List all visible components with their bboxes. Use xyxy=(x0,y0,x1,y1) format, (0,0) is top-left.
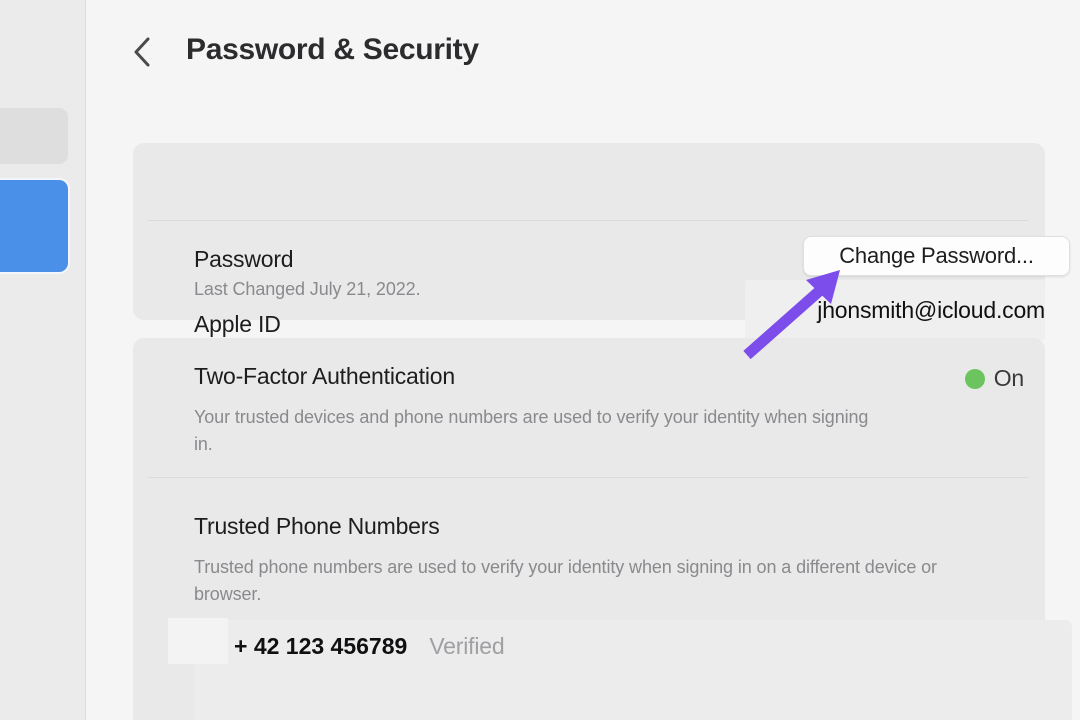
page-title: Password & Security xyxy=(186,33,479,66)
password-security-window: Password & Security Apple ID jhonsmith@i… xyxy=(0,0,1080,720)
chevron-left-icon xyxy=(132,36,152,68)
password-label: Password xyxy=(194,246,294,272)
apple-id-value: jhonsmith@icloud.com xyxy=(817,297,1045,323)
two-factor-status-text: On xyxy=(993,365,1024,391)
phone-number-value: + 42 123 456789 xyxy=(234,632,408,659)
back-button[interactable] xyxy=(123,30,161,74)
status-dot-icon xyxy=(964,368,985,389)
sidebar-item-selected[interactable] xyxy=(0,180,68,272)
list-item[interactable]: + 42 123 456789 Verified xyxy=(194,620,1072,672)
account-card: Apple ID jhonsmith@icloud.com Password L… xyxy=(133,143,1070,340)
trusted-phone-numbers-list[interactable]: + 42 123 456789 Verified xyxy=(168,618,1072,720)
security-card: Two-Factor Authentication On Your truste… xyxy=(133,338,1072,720)
trusted-phone-numbers-label: Trusted Phone Numbers xyxy=(194,513,440,539)
two-factor-description: Your trusted devices and phone numbers a… xyxy=(194,407,869,454)
security-card-divider xyxy=(148,477,1028,478)
sidebar xyxy=(0,0,86,720)
sidebar-item-inactive[interactable] xyxy=(0,108,68,164)
apple-id-value-container: jhonsmith@icloud.com xyxy=(745,280,1045,340)
change-password-button[interactable]: Change Password... xyxy=(803,236,1070,276)
header: Password & Security xyxy=(87,0,1080,108)
password-last-changed: Last Changed July 21, 2022. xyxy=(194,279,421,299)
change-password-button-label: Change Password... xyxy=(839,243,1034,268)
main-content: Password & Security Apple ID jhonsmith@i… xyxy=(87,0,1080,720)
two-factor-authentication-label: Two-Factor Authentication xyxy=(194,363,455,389)
account-card-divider xyxy=(148,220,1028,221)
trusted-phone-numbers-description: Trusted phone numbers are used to verify… xyxy=(194,557,937,604)
two-factor-status: On xyxy=(964,365,1024,392)
phone-number-status: Verified xyxy=(429,632,505,659)
apple-id-label: Apple ID xyxy=(194,311,281,337)
